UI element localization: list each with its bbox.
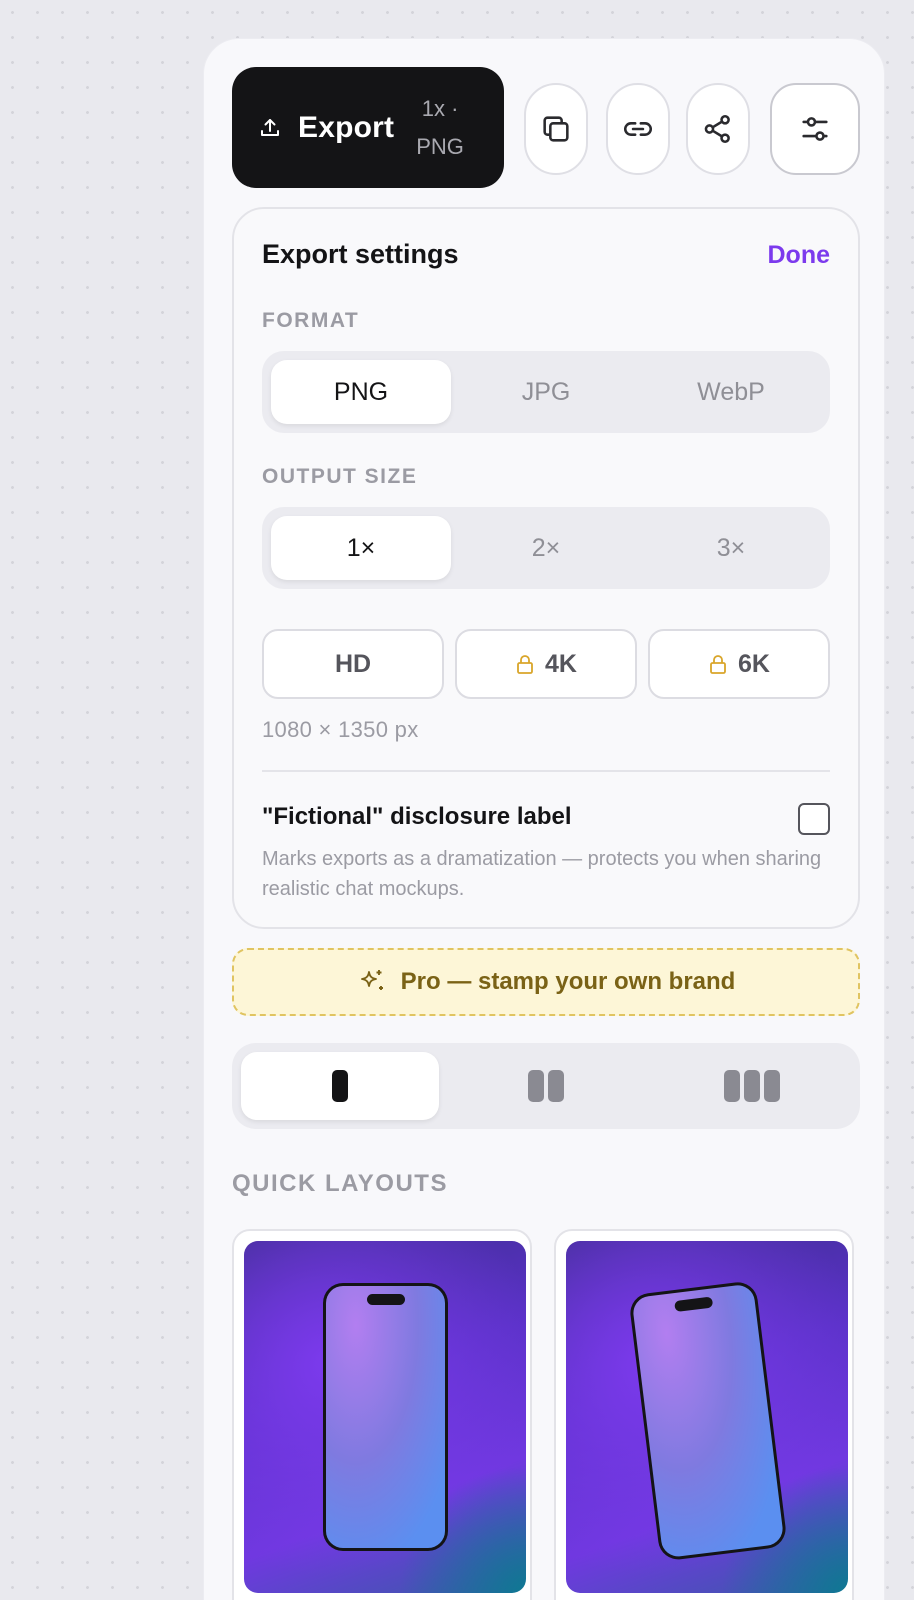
copy-icon	[543, 116, 569, 142]
size-option-1x[interactable]: 1×	[271, 516, 451, 580]
columns-3-option[interactable]	[653, 1052, 851, 1120]
format-option-png[interactable]: PNG	[271, 360, 451, 424]
pro-brand-banner[interactable]: Pro — stamp your own brand	[232, 948, 860, 1016]
export-settings-card: Export settings Done FORMAT PNG JPG WebP…	[232, 207, 860, 929]
phone-mockup-icon	[630, 1282, 786, 1560]
toolbar: Export 1x · PNG	[232, 67, 860, 188]
column-bar	[548, 1070, 564, 1102]
sliders-icon	[802, 117, 828, 141]
column-bar	[764, 1070, 780, 1102]
done-button[interactable]: Done	[768, 241, 831, 270]
columns-1-option[interactable]	[241, 1052, 439, 1120]
pro-banner-label: Pro — stamp your own brand	[400, 968, 736, 995]
export-format: PNG	[416, 133, 464, 159]
column-bar	[744, 1070, 760, 1102]
copy-button[interactable]	[524, 83, 588, 175]
share-button[interactable]	[686, 83, 750, 175]
export-scale: 1x ·	[421, 95, 459, 121]
settings-toggle-button[interactable]	[770, 83, 860, 175]
resolution-4k-button[interactable]: 4K	[455, 629, 637, 699]
output-size-label: OUTPUT SIZE	[262, 465, 418, 488]
column-bar	[724, 1070, 740, 1102]
upload-icon	[261, 118, 279, 136]
resolution-6k-button[interactable]: 6K	[648, 629, 830, 699]
layout-thumbnail	[244, 1241, 526, 1593]
format-option-jpg[interactable]: JPG	[456, 360, 636, 424]
disclosure-description: Marks exports as a dramatization — prote…	[262, 848, 822, 900]
size-option-3x[interactable]: 3×	[641, 516, 821, 580]
lock-icon	[517, 655, 533, 674]
disclosure-title: "Fictional" disclosure label	[262, 803, 572, 830]
link-button[interactable]	[606, 83, 670, 175]
resolution-6k-label: 6K	[738, 649, 770, 678]
share-icon	[704, 114, 730, 144]
quick-layouts-label: QUICK LAYOUTS	[232, 1170, 448, 1197]
column-bar	[528, 1070, 544, 1102]
size-option-2x[interactable]: 2×	[456, 516, 636, 580]
output-dimensions: 1080 × 1350 px	[262, 717, 419, 742]
layout-thumbnail	[566, 1241, 848, 1593]
export-button[interactable]: Export 1x · PNG	[232, 67, 504, 188]
resolution-4k-label: 4K	[545, 649, 577, 678]
format-segmented-control: PNG JPG WebP	[262, 351, 830, 433]
divider	[262, 770, 830, 772]
export-label: Export	[298, 110, 395, 144]
column-count-selector	[232, 1043, 860, 1129]
output-size-segmented-control: 1× 2× 3×	[262, 507, 830, 589]
export-meta: 1x · PNG	[416, 90, 464, 166]
format-label: FORMAT	[262, 309, 360, 332]
format-option-webp[interactable]: WebP	[641, 360, 821, 424]
sparkle-icon	[360, 970, 383, 990]
export-panel: Export 1x · PNG Export settings Done FOR…	[203, 38, 885, 1600]
link-icon	[624, 122, 652, 136]
disclosure-checkbox[interactable]	[798, 803, 830, 835]
columns-2-option[interactable]	[447, 1052, 645, 1120]
resolution-hd-label: HD	[334, 649, 372, 678]
phone-mockup-icon	[323, 1283, 448, 1551]
column-bar	[332, 1070, 348, 1102]
quick-layout-tilted[interactable]	[554, 1229, 854, 1600]
settings-title: Export settings	[262, 239, 459, 269]
resolution-hd-button[interactable]: HD	[262, 629, 444, 699]
lock-icon	[710, 655, 726, 674]
quick-layout-straight[interactable]	[232, 1229, 532, 1600]
